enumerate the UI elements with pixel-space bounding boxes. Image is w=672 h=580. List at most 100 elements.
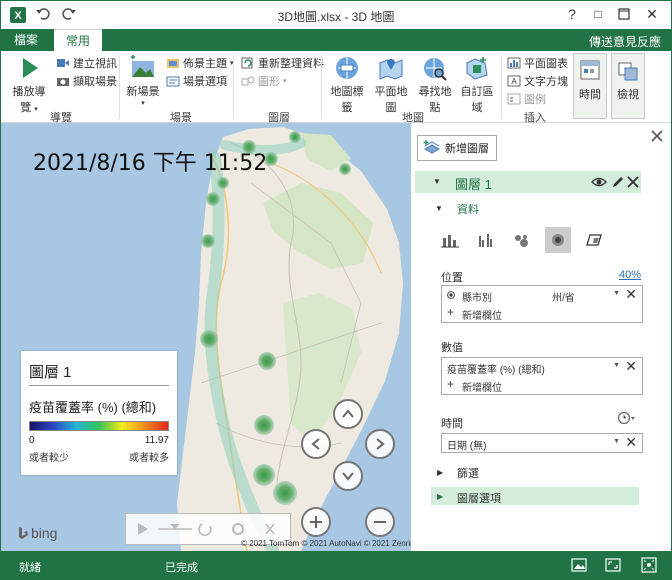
- location-label: 位置: [441, 272, 463, 284]
- dropdown-arrow-icon[interactable]: ▼: [613, 362, 620, 369]
- refresh-data-button[interactable]: 重新整理資料: [241, 55, 324, 71]
- time-icon: [580, 60, 600, 80]
- status-ready: 就緒: [19, 562, 41, 574]
- legend-field: 疫苗覆蓋率 (%) (總和): [29, 400, 157, 415]
- pencil-icon[interactable]: [611, 175, 625, 189]
- rotate-right-button[interactable]: [365, 429, 395, 459]
- scene-options-button[interactable]: 場景選項: [166, 73, 227, 89]
- time-field-row[interactable]: 日期 (無) ▼ ✕: [442, 434, 642, 452]
- capture-scene-button[interactable]: 擷取場景: [56, 73, 117, 89]
- create-video-label: 建立視訊: [73, 58, 117, 70]
- value-field-box: 疫苗覆蓋率 (%) (總和) ▼ ✕ + 新增欄位: [441, 357, 643, 395]
- add-field-label: 新增欄位: [462, 311, 502, 322]
- filter-section[interactable]: 篩選: [457, 465, 479, 481]
- textbox-button[interactable]: A 文字方塊: [507, 73, 568, 89]
- add-value-field[interactable]: + 新增欄位: [442, 376, 642, 394]
- restore-button[interactable]: □: [587, 4, 609, 24]
- shapes-icon: [241, 76, 255, 86]
- zoom-in-button[interactable]: [301, 507, 331, 537]
- layer-options-section[interactable]: ▶ 圖層選項: [431, 487, 639, 505]
- remove-field-icon[interactable]: ✕: [625, 286, 637, 303]
- plus-icon: [310, 516, 322, 528]
- remove-field-icon[interactable]: ✕: [625, 358, 637, 375]
- time-button[interactable]: 時間: [573, 53, 607, 119]
- fit-icon[interactable]: [641, 557, 657, 573]
- capture-scene-label: 擷取場景: [73, 76, 117, 88]
- map-labels-label: 地圖標籤: [330, 86, 364, 114]
- add-location-field[interactable]: + 新增欄位: [442, 304, 642, 322]
- time-field-label: 時間: [441, 418, 463, 430]
- clock-icon[interactable]: [617, 411, 637, 425]
- data-section-title[interactable]: 資料: [457, 201, 479, 217]
- dropdown-arrow-icon[interactable]: ▼: [613, 290, 620, 297]
- close-button[interactable]: ✕: [641, 4, 663, 24]
- dropdown-arrow-icon[interactable]: ▼: [613, 438, 620, 445]
- region-button[interactable]: [581, 227, 607, 253]
- create-video-button[interactable]: 建立視訊: [56, 55, 117, 71]
- close-timeline-icon[interactable]: [265, 523, 275, 535]
- settings-gear-icon[interactable]: [232, 523, 244, 535]
- chevron-up-icon: [342, 409, 354, 418]
- value-field-row[interactable]: 疫苗覆蓋率 (%) (總和) ▼ ✕: [442, 358, 642, 376]
- shapes-button[interactable]: 圖形 ▾: [241, 73, 287, 89]
- bing-logo: bing: [17, 525, 57, 541]
- clustered-column-icon: [479, 234, 492, 247]
- bubble-button[interactable]: [509, 227, 535, 253]
- legend-button[interactable]: 圖例: [507, 91, 546, 107]
- add-layer-icon: [423, 140, 441, 154]
- map-canvas[interactable]: 2021/8/16 下午 11:52 圖層 1 疫苗覆蓋率 (%) (總和) 0…: [1, 123, 411, 551]
- video-icon: [57, 59, 69, 67]
- maximize-button[interactable]: [613, 4, 635, 24]
- expand-caret-icon[interactable]: ▶: [437, 468, 443, 477]
- ribbon-tabs: 檔案 常用 傳送意見反應: [1, 29, 671, 51]
- zoom-out-button[interactable]: [365, 507, 395, 537]
- data-caret-icon[interactable]: ▼: [435, 204, 443, 213]
- tab-file[interactable]: 檔案: [1, 29, 51, 51]
- view-icon: [618, 62, 638, 81]
- delete-layer-icon[interactable]: [627, 176, 639, 188]
- play-tour-button[interactable]: 播放導覽 ▾: [9, 55, 49, 115]
- view-button[interactable]: 檢視: [611, 53, 645, 119]
- pane-close-button[interactable]: [651, 129, 663, 147]
- location-field-row[interactable]: 縣市別 州/省 ▼ ✕: [442, 286, 642, 304]
- fullscreen-icon[interactable]: [605, 557, 621, 573]
- new-scene-icon: [131, 55, 154, 77]
- loop-icon[interactable]: [198, 523, 212, 537]
- tilt-down-button[interactable]: [333, 461, 363, 491]
- expand-caret-icon[interactable]: ▶: [437, 492, 443, 501]
- region-icon: [586, 234, 602, 246]
- refresh-data-label: 重新整理資料: [258, 58, 324, 70]
- map-labels-button[interactable]: 地圖標籤: [327, 55, 367, 115]
- camera-icon: [57, 78, 69, 86]
- flat-map-button[interactable]: 平面地圖: [371, 55, 411, 115]
- screenshot-icon[interactable]: [571, 557, 587, 573]
- layer-header[interactable]: ▼ 圖層 1: [415, 171, 641, 193]
- map-datetime: 2021/8/16 下午 11:52: [33, 151, 268, 176]
- location-type-select[interactable]: 州/省: [552, 289, 575, 304]
- add-layer-button[interactable]: 新增圖層: [417, 135, 497, 161]
- custom-region-button[interactable]: 自訂區域: [457, 55, 497, 115]
- tab-home[interactable]: 常用: [54, 29, 102, 51]
- stacked-column-button[interactable]: [437, 227, 463, 253]
- new-scene-button[interactable]: 新場景 ▾: [125, 55, 161, 107]
- refresh-data-icon: [241, 57, 253, 69]
- theme-button[interactable]: 佈景主題 ▾: [166, 55, 234, 71]
- heatmap-button[interactable]: [545, 227, 571, 253]
- add-field-label: 新增欄位: [462, 383, 502, 394]
- map-legend[interactable]: 圖層 1 疫苗覆蓋率 (%) (總和) 0 11.97 或者較少 或者較多: [21, 351, 177, 475]
- feedback-link[interactable]: 傳送意見反應: [589, 33, 661, 50]
- clustered-column-button[interactable]: [473, 227, 499, 253]
- eye-icon[interactable]: [591, 175, 607, 189]
- help-button[interactable]: ?: [561, 4, 583, 24]
- radio-selected-icon[interactable]: [447, 291, 455, 299]
- collapse-caret-icon[interactable]: ▼: [433, 177, 441, 186]
- find-location-button[interactable]: 尋找地點: [415, 55, 455, 115]
- tilt-up-button[interactable]: [333, 399, 363, 429]
- play-icon[interactable]: [138, 523, 148, 535]
- remove-field-icon[interactable]: ✕: [625, 434, 637, 451]
- 2d-chart-button[interactable]: 平面圖表: [507, 55, 568, 71]
- rotate-left-button[interactable]: [301, 429, 331, 459]
- bing-text: bing: [31, 525, 58, 541]
- scene-options-label: 場景選項: [183, 76, 227, 88]
- location-confidence[interactable]: 40%: [619, 269, 641, 281]
